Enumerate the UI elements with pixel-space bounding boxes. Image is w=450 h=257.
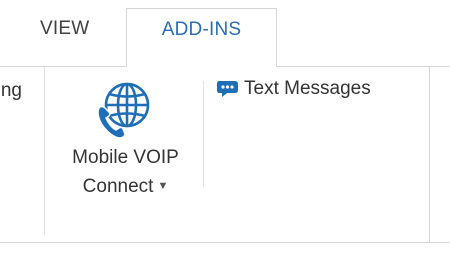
button-separator [203, 81, 204, 187]
add-ins-panel: ng Mobile VOIP Connect ▼ Text Messages [0, 67, 430, 242]
partial-group-label: ng [0, 80, 22, 101]
globe-phone-icon [97, 82, 150, 139]
chat-bubble-icon [217, 81, 238, 97]
mobile-voip-connect-button[interactable]: Mobile VOIP Connect ▼ [53, 73, 198, 209]
mobile-voip-label-text: Connect [82, 176, 154, 197]
text-messages-label: Text Messages [244, 78, 371, 99]
ribbon-screenshot: VIEW ADD-INS ng Mobile VOIP Connect ▼ Te… [0, 0, 450, 257]
chevron-down-icon[interactable]: ▼ [157, 180, 168, 192]
ribbon-tab-strip: VIEW ADD-INS [0, 0, 450, 67]
mobile-voip-label-line2: Connect ▼ [53, 176, 198, 198]
tab-add-ins[interactable]: ADD-INS [126, 8, 277, 67]
group-separator [44, 67, 45, 235]
text-messages-button[interactable]: Text Messages [216, 75, 371, 103]
tab-view[interactable]: VIEW [40, 18, 89, 40]
ribbon-bottom-border [0, 242, 450, 243]
mobile-voip-label-line1: Mobile VOIP [72, 147, 179, 168]
